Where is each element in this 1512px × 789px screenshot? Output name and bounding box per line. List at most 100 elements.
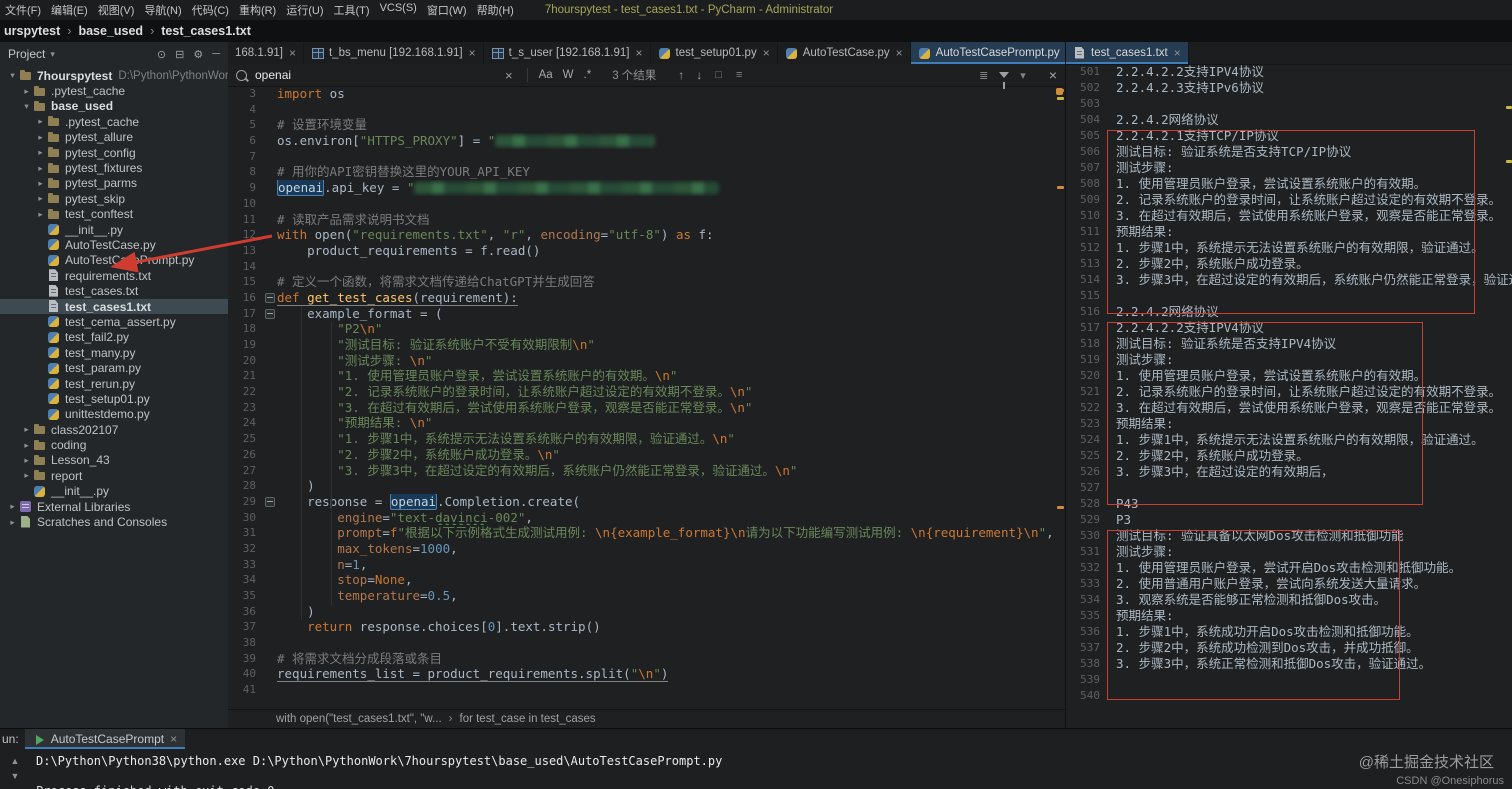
- line-number[interactable]: 40: [228, 666, 262, 682]
- scroll-down-icon[interactable]: ▼: [11, 771, 20, 781]
- tree-item-test-cases1-txt[interactable]: test_cases1.txt: [0, 298, 228, 315]
- menu-item-c[interactable]: 代码(C): [188, 2, 233, 18]
- chevron-down-icon[interactable]: ▾: [50, 49, 55, 60]
- tree-item-unittestdemo-py[interactable]: unittestdemo.py: [0, 407, 228, 422]
- line-number[interactable]: 37: [228, 619, 262, 635]
- line-number[interactable]: 532: [1066, 560, 1108, 576]
- code-editor-left[interactable]: 3 import os 4 5 # 设置环境变量 6 os.environ["HTTPS_P…: [228, 86, 1065, 710]
- menu-item-n[interactable]: 导航(N): [140, 2, 185, 18]
- line-number[interactable]: 518: [1066, 336, 1108, 352]
- tree-item-pytest-cache[interactable]: ▸ .pytest_cache: [0, 114, 228, 129]
- line-number[interactable]: 17: [228, 306, 262, 322]
- line-number[interactable]: 7: [228, 149, 262, 165]
- line-number[interactable]: 20: [228, 353, 262, 369]
- project-panel-title[interactable]: Project: [8, 47, 45, 61]
- tree-item-7hourspytest[interactable]: ▾ 7hourspytest D:\Python\PythonWork\7hour…: [0, 68, 228, 83]
- tab-t-s-user-192-168-1-91[interactable]: t_s_user [192.168.1.91] ×: [484, 42, 651, 64]
- line-number[interactable]: 513: [1066, 256, 1108, 272]
- line-number[interactable]: 33: [228, 557, 262, 573]
- line-number[interactable]: 11: [228, 212, 262, 228]
- tree-item-coding[interactable]: ▸ coding: [0, 437, 228, 452]
- line-number[interactable]: 25: [228, 431, 262, 447]
- match-case-toggle[interactable]: Aa: [539, 69, 553, 81]
- code-editor-right[interactable]: 501 2.2.4.2.2支持IPV4协议 502 2.2.4.2.3支持IPv6协议…: [1066, 64, 1512, 728]
- line-number[interactable]: 38: [228, 635, 262, 651]
- line-number[interactable]: 36: [228, 604, 262, 620]
- close-icon[interactable]: ×: [469, 46, 476, 60]
- tab-test-cases1-txt[interactable]: test_cases1.txt ×: [1066, 42, 1189, 64]
- line-number[interactable]: 514: [1066, 272, 1108, 288]
- tree-item-test-conftest[interactable]: ▸ test_conftest: [0, 207, 228, 222]
- collapse-all-icon[interactable]: ⊟: [175, 48, 184, 61]
- tab-test-setup01-py[interactable]: test_setup01.py ×: [651, 42, 778, 64]
- breadcrumb-item-base-used[interactable]: base_used: [78, 24, 143, 38]
- run-tab[interactable]: AutoTestCasePrompt ×: [24, 729, 186, 749]
- line-number[interactable]: 530: [1066, 528, 1108, 544]
- hide-icon[interactable]: ─: [212, 48, 220, 60]
- menu-item-e[interactable]: 编辑(E): [47, 2, 92, 18]
- line-number[interactable]: 507: [1066, 160, 1108, 176]
- search-input[interactable]: openai: [247, 68, 505, 82]
- menu-item-f[interactable]: 文件(F): [1, 2, 45, 18]
- line-number[interactable]: 524: [1066, 432, 1108, 448]
- line-number[interactable]: 27: [228, 463, 262, 479]
- line-number[interactable]: 534: [1066, 592, 1108, 608]
- menu-item-u[interactable]: 运行(U): [282, 2, 327, 18]
- line-number[interactable]: 4: [228, 102, 262, 118]
- line-number[interactable]: 538: [1066, 656, 1108, 672]
- tree-item-init-py[interactable]: __init__.py: [0, 484, 228, 499]
- tree-item-lesson-43[interactable]: ▸ Lesson_43: [0, 453, 228, 468]
- line-number[interactable]: 19: [228, 337, 262, 353]
- prev-match-icon[interactable]: ↑: [678, 68, 684, 82]
- tree-item-requirements-txt[interactable]: requirements.txt: [0, 268, 228, 283]
- line-number[interactable]: 502: [1066, 80, 1108, 96]
- line-number[interactable]: 527: [1066, 480, 1108, 496]
- line-number[interactable]: 512: [1066, 240, 1108, 256]
- line-number[interactable]: 41: [228, 682, 262, 698]
- line-number[interactable]: 23: [228, 400, 262, 416]
- line-number[interactable]: 522: [1066, 400, 1108, 416]
- tree-item-pytest-config[interactable]: ▸ pytest_config: [0, 145, 228, 160]
- tree-item-autotestcase-py[interactable]: AutoTestCase.py: [0, 237, 228, 252]
- line-number[interactable]: 35: [228, 588, 262, 604]
- line-number[interactable]: 503: [1066, 96, 1108, 112]
- scroll-up-icon[interactable]: ▲: [11, 756, 20, 766]
- line-number[interactable]: 511: [1066, 224, 1108, 240]
- line-number[interactable]: 528: [1066, 496, 1108, 512]
- locate-icon[interactable]: ⊙: [157, 48, 166, 61]
- search-in-selection-icon[interactable]: ≡: [736, 69, 742, 81]
- line-number[interactable]: 504: [1066, 112, 1108, 128]
- line-number[interactable]: 24: [228, 415, 262, 431]
- fold-icon[interactable]: [264, 496, 275, 507]
- line-number[interactable]: 10: [228, 196, 262, 212]
- tree-item-report[interactable]: ▸ report: [0, 468, 228, 483]
- line-number[interactable]: 8: [228, 164, 262, 180]
- console-output[interactable]: D:\Python\Python38\python.exe D:\Python\…: [36, 753, 1302, 789]
- regex-toggle[interactable]: .*: [584, 69, 592, 81]
- line-number[interactable]: 21: [228, 368, 262, 384]
- search-options-icon[interactable]: ≣: [979, 69, 988, 82]
- menu-item-h[interactable]: 帮助(H): [473, 2, 518, 18]
- chevron-down-icon[interactable]: ▾: [1020, 69, 1026, 82]
- scroll-stripe[interactable]: [1055, 86, 1065, 710]
- line-number[interactable]: 505: [1066, 128, 1108, 144]
- menu-item-t[interactable]: 工具(T): [330, 2, 374, 18]
- fold-icon[interactable]: [264, 308, 275, 319]
- line-number[interactable]: 13: [228, 243, 262, 259]
- menu-item-vcs-s[interactable]: VCS(S): [376, 2, 421, 18]
- menu-item-v[interactable]: 视图(V): [94, 2, 139, 18]
- tree-item-base-used[interactable]: ▾ base_used: [0, 99, 228, 114]
- tree-item-external-libraries[interactable]: ▸ External Libraries: [0, 499, 228, 514]
- tree-item-test-cases-txt[interactable]: test_cases.txt: [0, 283, 228, 298]
- tab-t-bs-menu-192-168-1-91[interactable]: t_bs_menu [192.168.1.91] ×: [304, 42, 484, 64]
- line-number[interactable]: 539: [1066, 672, 1108, 688]
- line-number[interactable]: 5: [228, 117, 262, 133]
- close-search-icon[interactable]: ×: [1049, 67, 1057, 83]
- tree-item-init-py[interactable]: __init__.py: [0, 222, 228, 237]
- line-number[interactable]: 533: [1066, 576, 1108, 592]
- line-number[interactable]: 28: [228, 478, 262, 494]
- line-number[interactable]: 535: [1066, 608, 1108, 624]
- editor-breadcrumb-item[interactable]: for test_case in test_cases: [460, 713, 596, 725]
- line-number[interactable]: 34: [228, 572, 262, 588]
- tree-item-test-setup01-py[interactable]: test_setup01.py: [0, 391, 228, 406]
